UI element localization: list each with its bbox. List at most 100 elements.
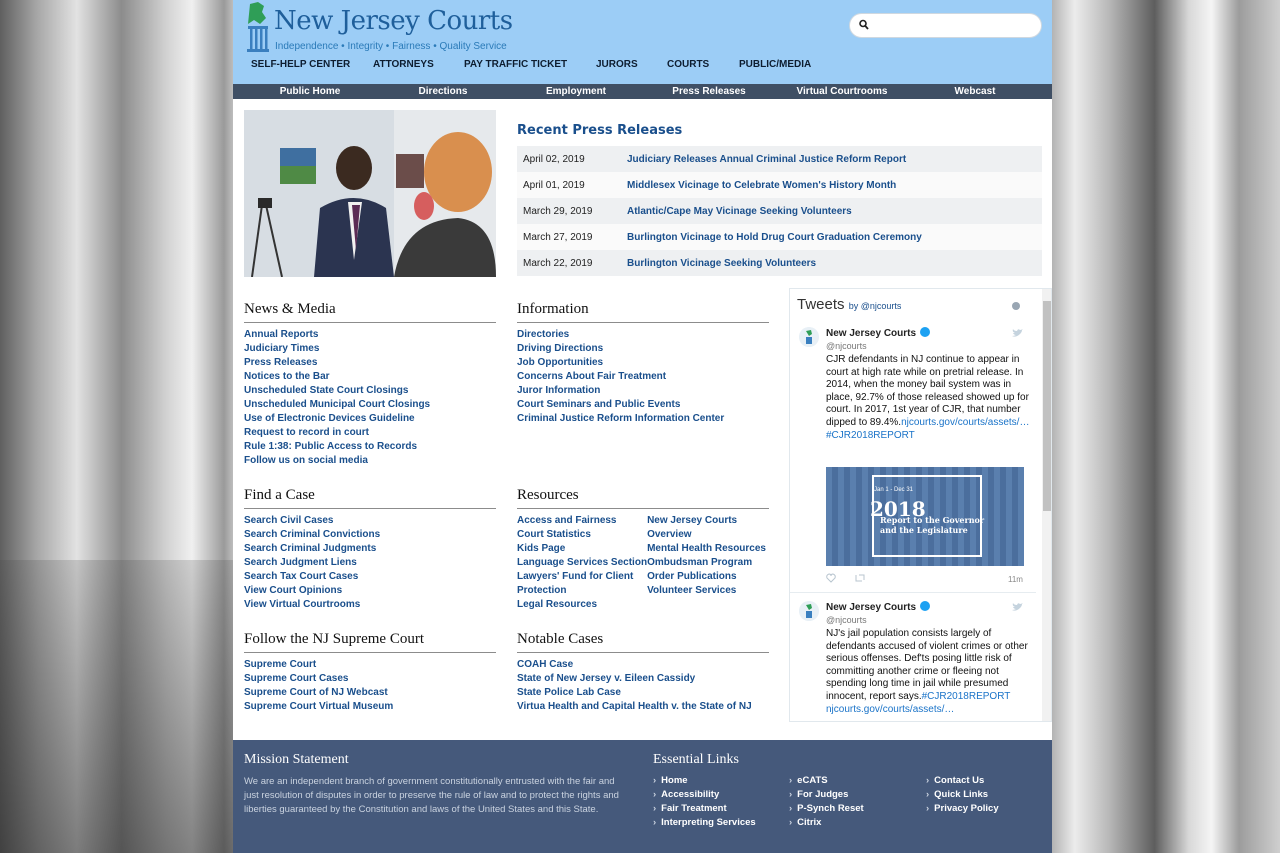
link-state-police-lab-case[interactable]: State Police Lab Case (517, 686, 769, 700)
link-volunteer-services[interactable]: Volunteer Services (647, 584, 769, 598)
link-kids-page[interactable]: Kids Page (517, 542, 647, 556)
link-court-opinions[interactable]: View Court Opinions (244, 584, 496, 598)
tweets-by[interactable]: by @njcourts (849, 301, 902, 311)
tweet-handle[interactable]: @njcourts (826, 341, 867, 351)
twitter-bird-icon[interactable] (1012, 603, 1023, 612)
tweet-timestamp[interactable]: 11m (1008, 575, 1023, 584)
link-driving-directions[interactable]: Driving Directions (517, 342, 769, 356)
link-lawyers-fund-protection[interactable]: Protection (517, 584, 647, 598)
nav-pay-traffic-ticket[interactable]: PAY TRAFFIC TICKET (464, 59, 567, 70)
nav-self-help-center[interactable]: SELF-HELP CENTER (251, 59, 350, 70)
footer-link-citrix[interactable]: Citrix (789, 817, 821, 828)
footer-link-psynch-reset[interactable]: P-Synch Reset (789, 803, 864, 814)
subnav-webcast[interactable]: Webcast (955, 86, 996, 97)
footer-link-accessibility[interactable]: Accessibility (653, 789, 719, 800)
link-court-seminars[interactable]: Court Seminars and Public Events (517, 398, 769, 412)
link-supreme-court-cases[interactable]: Supreme Court Cases (244, 672, 496, 686)
link-legal-resources[interactable]: Legal Resources (517, 598, 647, 612)
link-search-judgment-liens[interactable]: Search Judgment Liens (244, 556, 496, 570)
notable-cases-section: Notable Cases COAH Case State of New Jer… (517, 631, 769, 714)
link-court-statistics[interactable]: Court Statistics (517, 528, 647, 542)
link-judiciary-times[interactable]: Judiciary Times (244, 342, 496, 356)
like-icon[interactable] (826, 573, 836, 583)
link-order-publications[interactable]: Order Publications (647, 570, 769, 584)
avatar[interactable] (799, 327, 819, 347)
nav-attorneys[interactable]: ATTORNEYS (373, 59, 434, 70)
nav-public-media[interactable]: PUBLIC/MEDIA (739, 59, 811, 70)
link-fair-treatment-concerns[interactable]: Concerns About Fair Treatment (517, 370, 769, 384)
link-language-services[interactable]: Language Services Section (517, 556, 647, 570)
search-input[interactable] (849, 13, 1042, 38)
subnav-virtual-courtrooms[interactable]: Virtual Courtrooms (797, 86, 888, 97)
scrollbar-thumb[interactable] (1043, 301, 1051, 511)
link-search-civil[interactable]: Search Civil Cases (244, 514, 496, 528)
link-access-fairness[interactable]: Access and Fairness (517, 514, 647, 528)
link-cassidy-case[interactable]: State of New Jersey v. Eileen Cassidy (517, 672, 769, 686)
link-state-court-closings[interactable]: Unscheduled State Court Closings (244, 384, 496, 398)
link-virtual-courtrooms[interactable]: View Virtual Courtrooms (244, 598, 496, 612)
link-annual-reports[interactable]: Annual Reports (244, 328, 496, 342)
tweet-handle[interactable]: @njcourts (826, 615, 867, 625)
nav-courts[interactable]: COURTS (667, 59, 709, 70)
footer-link-fair-treatment[interactable]: Fair Treatment (653, 803, 726, 814)
information-section: Information Directories Driving Directio… (517, 301, 769, 426)
link-coah-case[interactable]: COAH Case (517, 658, 769, 672)
link-supreme-court[interactable]: Supreme Court (244, 658, 496, 672)
tweet-image[interactable]: Jan 1 - Dec 31 2018 Report to the Govern… (826, 467, 1024, 566)
footer-link-for-judges[interactable]: For Judges (789, 789, 848, 800)
press-link[interactable]: Burlington Vicinage Seeking Volunteers (627, 258, 816, 269)
search-icon[interactable] (859, 19, 869, 31)
link-nj-courts-overview[interactable]: Overview (647, 528, 769, 542)
link-request-to-record[interactable]: Request to record in court (244, 426, 496, 440)
link-job-opportunities[interactable]: Job Opportunities (517, 356, 769, 370)
twitter-bird-icon[interactable] (1012, 329, 1023, 338)
site-logo[interactable]: New Jersey Courts Independence • Integri… (244, 2, 513, 54)
link-cjr-info-center[interactable]: Criminal Justice Reform Information Cent… (517, 412, 769, 426)
link-notices-to-the-bar[interactable]: Notices to the Bar (244, 370, 496, 384)
tweet-link[interactable]: njcourts.gov/courts/assets/… (901, 417, 1029, 428)
link-ombudsman[interactable]: Ombudsman Program (647, 556, 769, 570)
footer-link-quick-links[interactable]: Quick Links (926, 789, 988, 800)
nav-jurors[interactable]: JURORS (596, 59, 638, 70)
footer-link-contact-us[interactable]: Contact Us (926, 775, 984, 786)
link-virtua-health-case[interactable]: Virtua Health and Capital Health v. the … (517, 700, 769, 714)
tweet-author[interactable]: New Jersey Courts (826, 601, 931, 613)
subnav-directions[interactable]: Directions (419, 86, 468, 97)
twitter-widget[interactable]: Tweets by @njcourts New Jersey Courts @n… (789, 288, 1052, 722)
avatar[interactable] (799, 601, 819, 621)
tweet-hashtag[interactable]: #CJR2018REPORT (826, 430, 915, 441)
link-search-tax-court[interactable]: Search Tax Court Cases (244, 570, 496, 584)
share-icon[interactable] (855, 574, 865, 582)
press-link[interactable]: Burlington Vicinage to Hold Drug Court G… (627, 232, 922, 243)
subnav-press-releases[interactable]: Press Releases (672, 86, 745, 97)
link-search-criminal-convictions[interactable]: Search Criminal Convictions (244, 528, 496, 542)
footer-link-home[interactable]: Home (653, 775, 687, 786)
link-rule-138[interactable]: Rule 1:38: Public Access to Records (244, 440, 496, 454)
footer-link-interpreting[interactable]: Interpreting Services (653, 817, 756, 828)
subnav-public-home[interactable]: Public Home (280, 86, 341, 97)
subnav-employment[interactable]: Employment (546, 86, 606, 97)
link-supreme-court-webcast[interactable]: Supreme Court of NJ Webcast (244, 686, 496, 700)
press-link[interactable]: Middlesex Vicinage to Celebrate Women's … (627, 180, 896, 191)
tweet-link[interactable]: njcourts.gov/courts/assets/… (826, 704, 954, 715)
link-electronic-devices[interactable]: Use of Electronic Devices Guideline (244, 412, 496, 426)
tweet-author[interactable]: New Jersey Courts (826, 327, 931, 339)
link-juror-information[interactable]: Juror Information (517, 384, 769, 398)
info-icon[interactable] (1012, 302, 1020, 310)
link-supreme-court-museum[interactable]: Supreme Court Virtual Museum (244, 700, 496, 714)
link-search-criminal-judgments[interactable]: Search Criminal Judgments (244, 542, 496, 556)
footer-link-privacy-policy[interactable]: Privacy Policy (926, 803, 998, 814)
link-directories[interactable]: Directories (517, 328, 769, 342)
link-nj-courts[interactable]: New Jersey Courts (647, 514, 769, 528)
link-lawyers-fund[interactable]: Lawyers' Fund for Client (517, 570, 647, 584)
tweet-hashtag[interactable]: #CJR2018REPORT (922, 691, 1011, 702)
footer-link-ecats[interactable]: eCATS (789, 775, 827, 786)
tweets-scrollbar[interactable] (1042, 289, 1051, 721)
link-social-media[interactable]: Follow us on social media (244, 454, 496, 468)
press-link[interactable]: Judiciary Releases Annual Criminal Justi… (627, 154, 906, 165)
link-press-releases[interactable]: Press Releases (244, 356, 496, 370)
press-link[interactable]: Atlantic/Cape May Vicinage Seeking Volun… (627, 206, 852, 217)
background-column-right (1052, 0, 1280, 853)
link-municipal-court-closings[interactable]: Unscheduled Municipal Court Closings (244, 398, 496, 412)
link-mental-health[interactable]: Mental Health Resources (647, 542, 769, 556)
